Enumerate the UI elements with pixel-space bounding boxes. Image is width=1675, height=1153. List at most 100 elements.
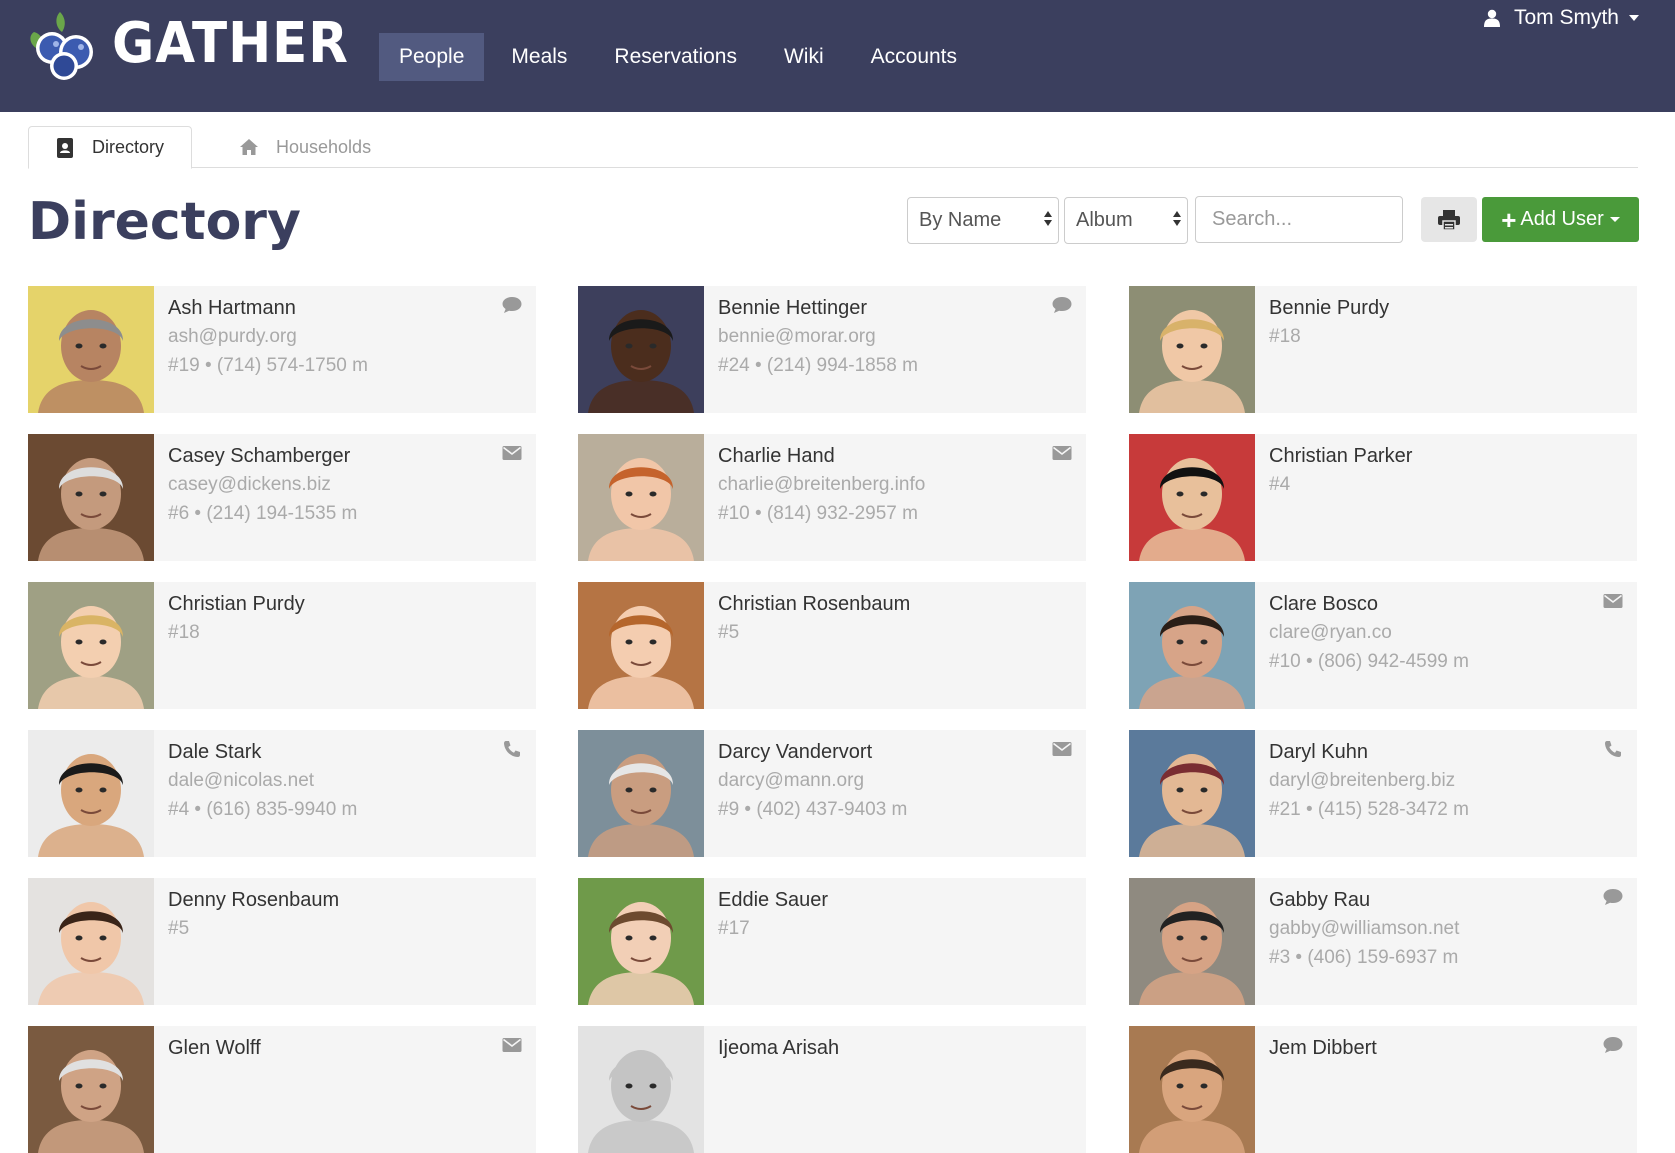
person-household-phone: #5 — [168, 918, 190, 939]
person-household-phone: #18 — [1269, 326, 1301, 347]
person-card[interactable]: Denny Rosenbaum #5 — [28, 878, 536, 1005]
nav-accounts[interactable]: Accounts — [851, 33, 977, 81]
person-name[interactable]: Christian Parker — [1269, 442, 1597, 470]
person-card[interactable]: Christian Purdy #18 — [28, 582, 536, 709]
sort-select[interactable]: By Name — [907, 197, 1059, 244]
person-photo[interactable] — [1129, 434, 1255, 561]
person-email[interactable]: gabby@williamson.net — [1269, 914, 1597, 943]
person-card[interactable]: Casey Schamberger casey@dickens.biz #6 • (… — [28, 434, 536, 561]
tab-directory[interactable]: Directory — [28, 126, 192, 169]
sort-select-value: By Name — [919, 209, 1002, 231]
person-photo[interactable] — [1129, 730, 1255, 857]
tab-households[interactable]: Households — [224, 126, 387, 168]
person-info: Eddie Sauer #17 — [718, 886, 1046, 943]
person-name[interactable]: Gabby Rau — [1269, 886, 1597, 914]
envelope-icon — [502, 444, 522, 467]
print-button[interactable] — [1421, 197, 1477, 242]
user-icon — [1483, 9, 1500, 27]
person-card[interactable]: Bennie Hettinger bennie@morar.org #24 • (2… — [578, 286, 1086, 413]
person-card[interactable]: Christian Parker #4 — [1129, 434, 1637, 561]
person-photo[interactable] — [28, 878, 154, 1005]
person-card[interactable]: Jem Dibbert — [1129, 1026, 1637, 1153]
person-household-phone: #5 — [718, 622, 740, 643]
person-photo[interactable] — [28, 582, 154, 709]
person-name[interactable]: Clare Bosco — [1269, 590, 1597, 618]
person-photo[interactable] — [28, 286, 154, 413]
chat-icon — [1052, 296, 1072, 319]
person-photo[interactable] — [28, 730, 154, 857]
view-select[interactable]: Album — [1064, 197, 1188, 244]
person-card[interactable]: Dale Stark dale@nicolas.net #4 • (616) 835… — [28, 730, 536, 857]
person-photo[interactable] — [578, 730, 704, 857]
person-photo[interactable] — [1129, 582, 1255, 709]
person-card[interactable]: Gabby Rau gabby@williamson.net #3 • (406) … — [1129, 878, 1637, 1005]
search-input[interactable] — [1195, 196, 1403, 243]
person-household-phone: #3 • (406) 159-6937 m — [1269, 947, 1459, 968]
person-name[interactable]: Dale Stark — [168, 738, 496, 766]
person-info: Christian Rosenbaum #5 — [718, 590, 1046, 647]
person-info: Clare Bosco clare@ryan.co #10 • (806) 942-… — [1269, 590, 1597, 676]
person-card[interactable]: Daryl Kuhn daryl@breitenberg.biz #21 • (41… — [1129, 730, 1637, 857]
person-email[interactable]: ash@purdy.org — [168, 322, 496, 351]
person-photo[interactable] — [1129, 1026, 1255, 1153]
person-card[interactable]: Clare Bosco clare@ryan.co #10 • (806) 942-… — [1129, 582, 1637, 709]
person-name[interactable]: Charlie Hand — [718, 442, 1046, 470]
home-icon — [240, 139, 258, 155]
nav-reservations[interactable]: Reservations — [594, 33, 757, 81]
person-email[interactable]: darcy@mann.org — [718, 766, 1046, 795]
person-card[interactable]: Darcy Vandervort darcy@mann.org #9 • (402)… — [578, 730, 1086, 857]
person-card[interactable]: Eddie Sauer #17 — [578, 878, 1086, 1005]
person-info: Ash Hartmann ash@purdy.org #19 • (714) 574… — [168, 294, 496, 380]
chat-icon — [1603, 888, 1623, 911]
person-name[interactable]: Ijeoma Arisah — [718, 1034, 1046, 1062]
person-email[interactable]: charlie@breitenberg.info — [718, 470, 1046, 499]
nav-meals[interactable]: Meals — [491, 33, 587, 81]
add-user-button[interactable]: + Add User — [1482, 197, 1639, 242]
person-name[interactable]: Denny Rosenbaum — [168, 886, 496, 914]
person-photo[interactable] — [578, 582, 704, 709]
person-name[interactable]: Glen Wolff — [168, 1034, 496, 1062]
person-email[interactable]: bennie@morar.org — [718, 322, 1046, 351]
person-name[interactable]: Casey Schamberger — [168, 442, 496, 470]
person-name[interactable]: Darcy Vandervort — [718, 738, 1046, 766]
user-menu[interactable]: Tom Smyth — [1483, 4, 1639, 32]
person-email[interactable]: clare@ryan.co — [1269, 618, 1597, 647]
app-logo[interactable]: GATHER — [26, 6, 369, 82]
person-name[interactable]: Jem Dibbert — [1269, 1034, 1597, 1062]
person-card[interactable]: Christian Rosenbaum #5 — [578, 582, 1086, 709]
person-info: Christian Parker #4 — [1269, 442, 1597, 499]
person-card[interactable]: Ijeoma Arisah — [578, 1026, 1086, 1153]
person-name[interactable]: Bennie Purdy — [1269, 294, 1597, 322]
person-photo[interactable] — [578, 878, 704, 1005]
person-photo[interactable] — [578, 434, 704, 561]
person-card[interactable]: Glen Wolff — [28, 1026, 536, 1153]
person-name[interactable]: Eddie Sauer — [718, 886, 1046, 914]
person-name[interactable]: Daryl Kuhn — [1269, 738, 1597, 766]
person-name[interactable]: Bennie Hettinger — [718, 294, 1046, 322]
person-household-phone: #9 • (402) 437-9403 m — [718, 799, 908, 820]
person-photo[interactable] — [1129, 286, 1255, 413]
person-photo[interactable] — [1129, 878, 1255, 1005]
person-info: Glen Wolff — [168, 1034, 496, 1062]
top-navbar: GATHER People Meals Reservations Wiki Ac… — [0, 0, 1675, 112]
person-name[interactable]: Christian Purdy — [168, 590, 496, 618]
person-email[interactable]: dale@nicolas.net — [168, 766, 496, 795]
person-info: Dale Stark dale@nicolas.net #4 • (616) 835… — [168, 738, 496, 824]
person-name[interactable]: Ash Hartmann — [168, 294, 496, 322]
person-card[interactable]: Ash Hartmann ash@purdy.org #19 • (714) 574… — [28, 286, 536, 413]
nav-people[interactable]: People — [379, 33, 485, 81]
person-name[interactable]: Christian Rosenbaum — [718, 590, 1046, 618]
envelope-icon — [502, 1036, 522, 1059]
person-photo[interactable] — [578, 1026, 704, 1153]
person-photo[interactable] — [578, 286, 704, 413]
nav-wiki[interactable]: Wiki — [764, 33, 844, 81]
person-card[interactable]: Bennie Purdy #18 — [1129, 286, 1637, 413]
person-email[interactable]: casey@dickens.biz — [168, 470, 496, 499]
person-card[interactable]: Charlie Hand charlie@breitenberg.info #10 … — [578, 434, 1086, 561]
person-photo[interactable] — [28, 434, 154, 561]
tab-households-label: Households — [276, 136, 372, 157]
person-email[interactable]: daryl@breitenberg.biz — [1269, 766, 1597, 795]
person-info: Charlie Hand charlie@breitenberg.info #10 … — [718, 442, 1046, 528]
main-nav: People Meals Reservations Wiki Accounts — [379, 33, 984, 81]
person-photo[interactable] — [28, 1026, 154, 1153]
